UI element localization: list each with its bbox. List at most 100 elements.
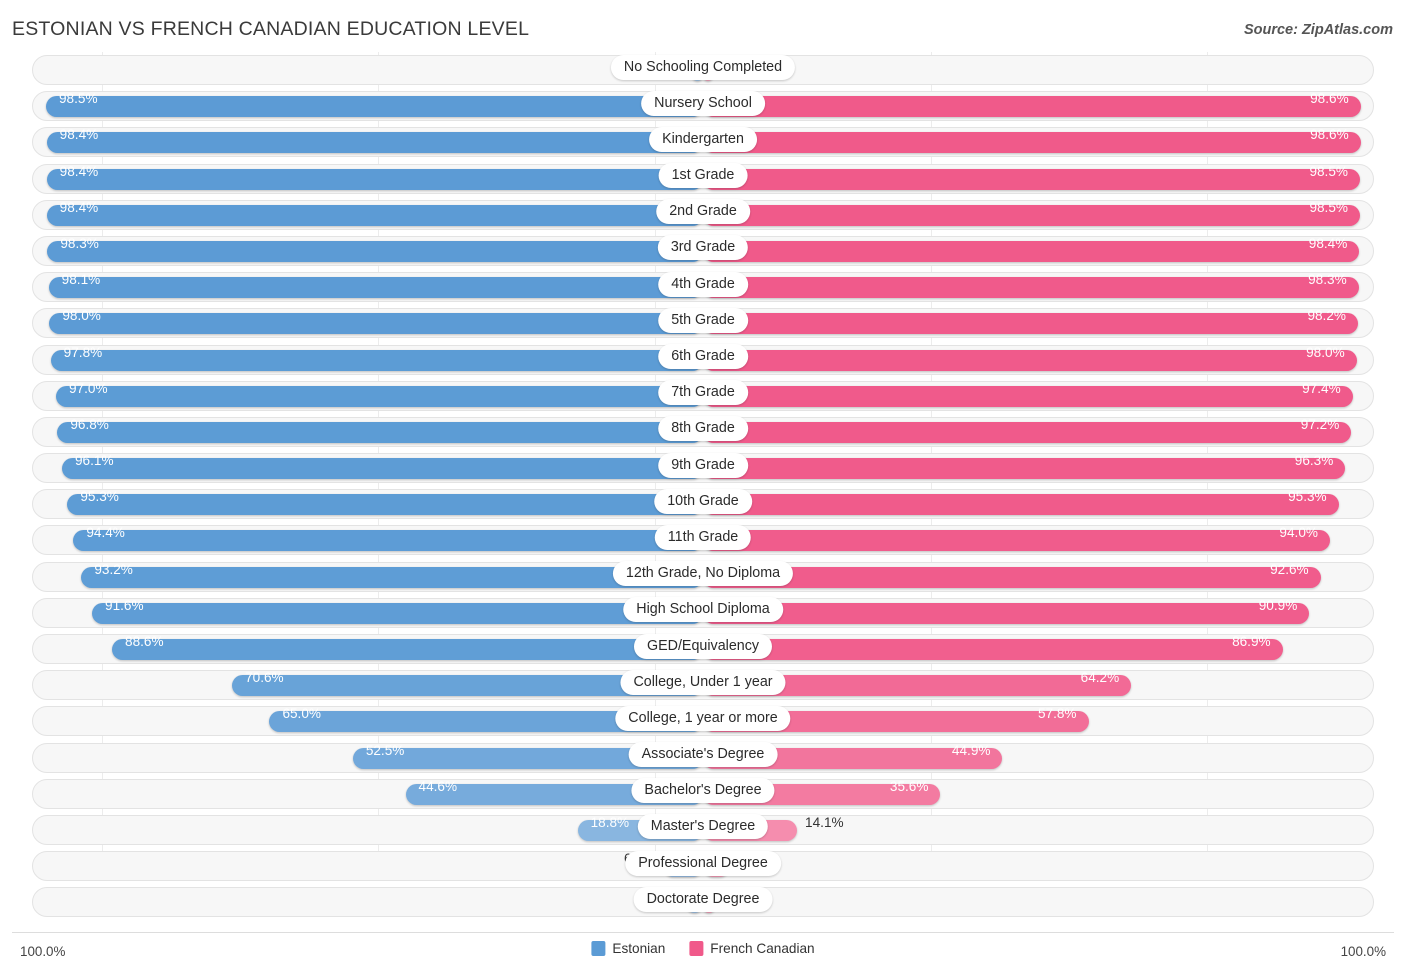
category-label: No Schooling Completed: [610, 54, 796, 80]
bar-french-canadian: [703, 132, 1361, 154]
bar-french-canadian: [703, 421, 1352, 443]
value-label-estonian: 70.6%: [245, 670, 284, 686]
chart-legend: Estonian French Canadian: [591, 941, 815, 956]
chart-row: 44.6% 35.6% Bachelor's Degree: [12, 776, 1394, 812]
bar-french-canadian: [703, 96, 1361, 118]
chart-row: 91.6% 90.9% High School Diploma: [12, 595, 1394, 631]
value-label-estonian: 91.6%: [105, 597, 144, 613]
bar-fill-estonian: [57, 421, 703, 443]
chart-header: ESTONIAN VS FRENCH CANADIAN EDUCATION LE…: [0, 0, 1406, 52]
bar-fill-french-canadian: [703, 421, 1352, 443]
chart-row: 98.5% 98.6% Nursery School: [12, 88, 1394, 124]
bar-estonian: [73, 530, 703, 552]
category-label: 6th Grade: [658, 344, 748, 369]
bar-estonian: [56, 385, 703, 407]
legend-swatch-icon: [591, 941, 606, 956]
bar-fill-estonian: [62, 458, 703, 480]
value-label-estonian: 95.3%: [80, 489, 119, 505]
value-label-french-canadian: 97.4%: [1302, 380, 1341, 396]
value-label-estonian: 98.1%: [61, 272, 101, 288]
chart-row: 96.1% 96.3% 9th Grade: [12, 450, 1394, 486]
value-label-french-canadian: 98.2%: [1307, 308, 1346, 324]
value-label-estonian: 98.5%: [59, 91, 98, 107]
category-label: 3rd Grade: [657, 235, 749, 261]
value-label-estonian: 88.6%: [125, 634, 164, 649]
value-label-french-canadian: 97.2%: [1300, 416, 1340, 432]
chart-row: 94.4% 94.0% 11th Grade: [12, 522, 1394, 558]
value-label-estonian: 97.0%: [69, 380, 108, 396]
bar-fill-french-canadian: [703, 458, 1346, 480]
value-label-french-canadian: 57.8%: [1037, 706, 1077, 722]
bar-french-canadian: [703, 602, 1310, 624]
legend-item[interactable]: Estonian: [591, 941, 665, 956]
value-label-french-canadian: 90.9%: [1258, 597, 1298, 613]
axis-max-right: 100.0%: [1340, 944, 1386, 959]
bar-french-canadian: [703, 349, 1357, 371]
chart-row: 6.0%4.0%Professional Degree: [12, 848, 1394, 884]
bar-fill-estonian: [49, 313, 703, 335]
value-label-estonian: 65.0%: [282, 706, 321, 722]
bar-french-canadian: [703, 494, 1339, 516]
source-attribution: Source: ZipAtlas.com: [1243, 22, 1393, 38]
bar-fill-french-canadian: [703, 240, 1360, 262]
diverging-bar-chart: 1.6%1.5%No Schooling Completed 98.5% 98.6%…: [12, 52, 1394, 932]
bar-fill-french-canadian: [703, 204, 1360, 226]
category-label: 1st Grade: [658, 163, 748, 189]
bar-french-canadian: [703, 204, 1360, 226]
value-label-estonian: 98.0%: [62, 308, 101, 324]
category-label: 11th Grade: [654, 524, 752, 550]
value-label-french-canadian: 94.0%: [1279, 525, 1318, 541]
bar-french-canadian: [703, 240, 1360, 262]
bar-estonian: [92, 602, 703, 624]
chart-row: 96.8% 97.2% 8th Grade: [12, 414, 1394, 450]
legend-item[interactable]: French Canadian: [689, 941, 815, 956]
category-label: 8th Grade: [658, 416, 748, 442]
value-label-french-canadian: 98.3%: [1308, 272, 1347, 288]
bar-french-canadian: [703, 277, 1359, 299]
bar-fill-french-canadian: [703, 132, 1361, 154]
bar-estonian: [46, 204, 703, 226]
value-label-french-canadian: 96.3%: [1294, 453, 1334, 469]
chart-row: 98.4% 98.5% 2nd Grade: [12, 197, 1394, 233]
bar-french-canadian: [703, 530, 1330, 552]
bar-fill-estonian: [48, 277, 703, 299]
chart-row: 65.0% 57.8% College, 1 year or more: [12, 703, 1394, 739]
category-label: 4th Grade: [658, 271, 748, 297]
bar-fill-estonian: [67, 494, 703, 516]
bar-french-canadian: [703, 639, 1283, 660]
category-label: 7th Grade: [658, 380, 748, 406]
chart-row: 93.2% 92.6% 12th Grade, No Diploma: [12, 559, 1394, 595]
axis-max-left: 100.0%: [20, 944, 66, 959]
value-label-estonian: 98.4%: [59, 163, 99, 179]
category-label: Master's Degree: [637, 814, 769, 840]
bar-estonian: [62, 458, 703, 480]
bar-fill-french-canadian: [703, 602, 1310, 624]
bar-fill-french-canadian: [703, 566, 1321, 588]
bar-fill-french-canadian: [703, 349, 1357, 371]
bar-fill-estonian: [50, 349, 703, 371]
value-label-french-canadian: 92.6%: [1270, 561, 1309, 577]
value-label-estonian: 96.8%: [70, 416, 109, 432]
value-label-estonian: 98.3%: [60, 235, 99, 251]
value-label-estonian: 98.4%: [59, 199, 99, 215]
category-label: Bachelor's Degree: [631, 778, 775, 804]
chart-row: 98.4% 98.5% 1st Grade: [12, 161, 1394, 197]
chart-row: 98.0% 98.2% 5th Grade: [12, 305, 1394, 341]
bar-estonian: [49, 313, 703, 335]
value-label-french-canadian: 98.5%: [1309, 163, 1348, 179]
bar-estonian: [81, 566, 703, 588]
bar-fill-estonian: [47, 240, 703, 262]
value-label-french-canadian: 98.6%: [1310, 91, 1349, 107]
bar-fill-french-canadian: [703, 530, 1330, 552]
bar-french-canadian: [703, 458, 1346, 480]
bar-fill-estonian: [46, 204, 703, 226]
bar-fill-estonian: [46, 168, 703, 190]
bar-fill-estonian: [92, 602, 703, 624]
bar-fill-french-canadian: [703, 96, 1361, 118]
chart-row: 2.5%1.8%Doctorate Degree: [12, 884, 1394, 920]
legend-label: French Canadian: [710, 941, 815, 956]
value-label-french-canadian: 95.3%: [1288, 489, 1327, 505]
category-label: Nursery School: [641, 90, 765, 116]
category-label: College, Under 1 year: [620, 669, 786, 695]
value-label-estonian: 93.2%: [94, 561, 133, 577]
